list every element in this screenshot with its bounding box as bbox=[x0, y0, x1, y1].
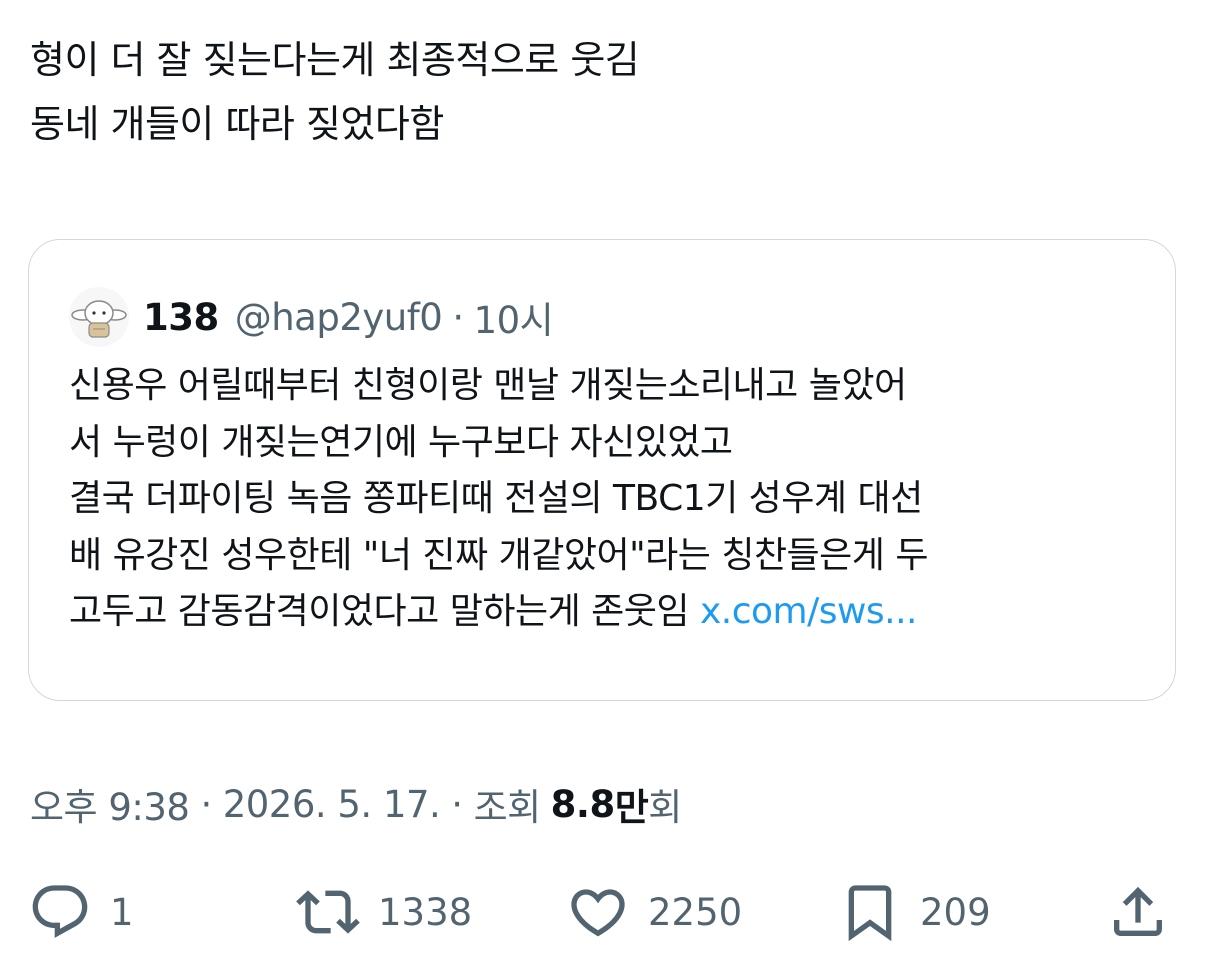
views-count: 8.8 bbox=[550, 782, 616, 826]
quoted-text-line: 배 유강진 성우한테 "너 진짜 개같았어"라는 칭찬들은게 두 bbox=[69, 534, 928, 576]
retweet-count: 1338 bbox=[378, 890, 473, 934]
quoted-text-line: 서 누렁이 개짖는연기에 누구보다 자신있었고 bbox=[69, 421, 733, 463]
bookmark-button[interactable]: 209 bbox=[838, 878, 991, 946]
like-icon bbox=[571, 889, 625, 937]
action-bar: 1 1338 2250 209 bbox=[0, 878, 1206, 946]
avatar[interactable] bbox=[69, 287, 129, 347]
retweet-icon bbox=[296, 890, 360, 934]
views-label: 조회 bbox=[473, 786, 542, 829]
like-count: 2250 bbox=[648, 890, 743, 934]
quoted-author-handle[interactable]: @hap2yuf0 bbox=[235, 296, 443, 339]
like-button[interactable]: 2250 bbox=[566, 878, 742, 946]
reply-icon bbox=[32, 885, 88, 938]
quoted-tweet-header: 138 @hap2yuf0 · 10시 bbox=[69, 287, 554, 347]
quoted-tweet-text: 신용우 어릴때부터 친형이랑 맨날 개짖는소리내고 놀았어 서 누렁이 개짖는연… bbox=[69, 358, 1149, 641]
views-suffix: 회 bbox=[648, 786, 682, 829]
tweet-time[interactable]: 오후 9:38 bbox=[30, 777, 190, 831]
quoted-text-last: 고두고 감동감격이었다고 말하는게 존웃임 bbox=[69, 591, 690, 632]
tweet-meta: 오후 9:38 · 2026. 5. 17. · 조회 8.8 만 회 bbox=[30, 776, 682, 832]
bookmark-icon bbox=[848, 885, 892, 942]
quoted-author-name[interactable]: 138 bbox=[143, 296, 219, 339]
retweet-button[interactable]: 1338 bbox=[296, 878, 472, 946]
tweet-date[interactable]: 2026. 5. 17. bbox=[223, 783, 441, 826]
avatar-image bbox=[71, 300, 127, 338]
quoted-text-line: 신용우 어릴때부터 친형이랑 맨날 개짖는소리내고 놀았어 bbox=[69, 365, 907, 406]
views-unit: 만 bbox=[614, 786, 649, 829]
quoted-text-line: 결국 더파이팅 녹음 쫑파티때 전설의 TBC1기 성우계 대선 bbox=[69, 478, 923, 519]
quoted-tweet-time[interactable]: 10시 bbox=[474, 290, 554, 344]
separator-dot: · bbox=[451, 782, 463, 826]
share-icon bbox=[1114, 886, 1162, 936]
reply-count: 1 bbox=[110, 890, 134, 934]
quoted-text-line: 고두고 감동감격이었다고 말하는게 존웃임 x.com/sws... bbox=[69, 584, 1149, 641]
tweet-text: 형이 더 잘 짖는다는게 최종적으로 웃김 동네 개들이 따라 짖었다함 bbox=[30, 28, 1180, 156]
bookmark-count: 209 bbox=[920, 890, 991, 934]
tweet-text-line: 형이 더 잘 짖는다는게 최종적으로 웃김 bbox=[30, 38, 640, 82]
share-button[interactable] bbox=[1106, 878, 1170, 946]
reply-button[interactable]: 1 bbox=[28, 878, 134, 946]
quoted-tweet-card[interactable]: 138 @hap2yuf0 · 10시 신용우 어릴때부터 친형이랑 맨날 개짖… bbox=[28, 239, 1176, 701]
quoted-tweet-link[interactable]: x.com/sws... bbox=[700, 591, 918, 632]
separator-dot: · bbox=[452, 295, 464, 339]
tweet-text-line: 동네 개들이 따라 짖었다함 bbox=[30, 102, 444, 146]
separator-dot: · bbox=[200, 782, 212, 826]
